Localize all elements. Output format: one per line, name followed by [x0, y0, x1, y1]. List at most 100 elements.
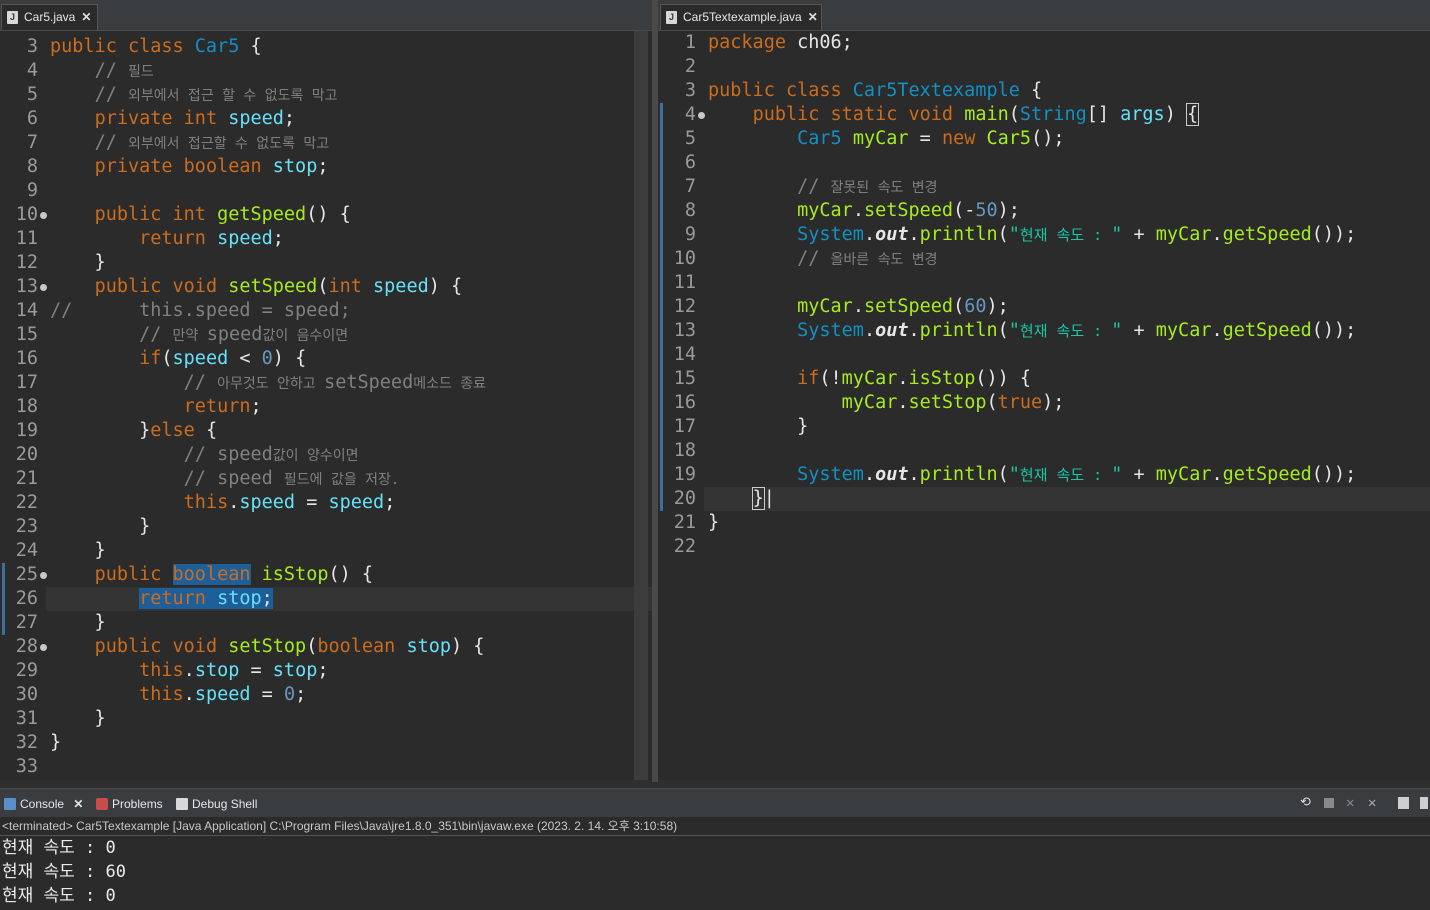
tab-debug-shell[interactable]: Debug Shell	[174, 793, 257, 815]
code-text: public class Car5Textexample {	[708, 80, 1043, 101]
line-number: 10	[15, 204, 38, 225]
fold-toggle-icon[interactable]	[40, 284, 47, 291]
code-line: 7 // 잘못된 속도 변경	[658, 175, 1430, 199]
tab-car5textexample-java[interactable]: Car5Textexample.java ✕	[660, 4, 822, 30]
code-line: 18 return;	[0, 395, 652, 419]
code-line: 9 System.out.println("현재 속도 : " + myCar.…	[658, 223, 1430, 247]
line-number: 18	[15, 396, 38, 417]
pin-icon[interactable]: ⟲	[1300, 796, 1312, 809]
code-line: 23 }	[0, 515, 652, 539]
tab-problems[interactable]: Problems	[94, 793, 163, 815]
code-text: }	[50, 708, 106, 729]
code-line: 7 // 외부에서 접근할 수 없도록 막고	[0, 131, 652, 155]
line-number: 23	[15, 516, 38, 537]
code-line: 22	[658, 535, 1430, 559]
code-text: }	[708, 416, 809, 437]
code-text: // 잘못된 속도 변경	[797, 176, 938, 197]
close-icon[interactable]: ✕	[73, 797, 83, 811]
code-line: 30 this.speed = 0;	[0, 683, 652, 707]
code-line: 15 // 만약 speed값이 음수이면	[0, 323, 652, 347]
line-number: 20	[673, 488, 696, 509]
code-text: private boolean stop;	[94, 156, 329, 177]
debug-shell-icon	[176, 798, 188, 810]
vertical-scrollbar[interactable]	[634, 31, 648, 780]
code-text: private int speed;	[94, 108, 296, 129]
code-line: 5 Car5 myCar = new Car5();	[658, 127, 1430, 151]
code-text: // this.speed = speed;	[50, 300, 351, 321]
code-line: 5 // 외부에서 접근 할 수 없도록 막고	[0, 83, 652, 107]
fold-toggle-icon[interactable]	[40, 572, 47, 579]
line-number: 5	[26, 84, 38, 105]
more-icon[interactable]	[1420, 797, 1428, 809]
tab-car5-java[interactable]: Car5.java ✕	[1, 4, 98, 30]
fold-toggle-icon[interactable]	[698, 112, 705, 119]
line-number: 18	[673, 440, 696, 461]
line-number: 14	[15, 300, 38, 321]
console-status: <terminated> Car5Textexample [Java Appli…	[0, 817, 1430, 836]
code-line: 11 return speed;	[0, 227, 652, 251]
terminate-icon[interactable]	[1324, 798, 1334, 808]
console-icon	[4, 798, 16, 810]
line-number: 4	[684, 104, 696, 125]
code-text: }else {	[50, 420, 218, 441]
code-line: 6	[658, 151, 1430, 175]
remove-launch-icon[interactable]: ✕	[1346, 796, 1358, 810]
java-file-icon	[7, 5, 18, 29]
problems-icon	[96, 798, 108, 810]
code-text: if(!myCar.isStop()) {	[797, 368, 1032, 389]
code-line: 16 if(speed < 0) {	[0, 347, 652, 371]
code-text: System.out.println("현재 속도 : " + myCar.ge…	[797, 224, 1357, 245]
tab-console[interactable]: Console ✕	[2, 793, 83, 815]
line-number: 21	[673, 512, 696, 533]
output-line: 현재 속도 : 0	[2, 838, 116, 858]
code-line: 2	[658, 55, 1430, 79]
code-line: 15 if(!myCar.isStop()) {	[658, 367, 1430, 391]
line-number: 1	[684, 32, 696, 53]
code-line: 17 // 아무것도 안하고 setSpeed메소드 종료	[0, 371, 652, 395]
code-text: // speed값이 양수이면	[183, 444, 359, 465]
code-text: // 만약 speed값이 음수이면	[139, 324, 349, 345]
line-number: 30	[15, 684, 38, 705]
code-text: this.speed = 0;	[139, 684, 307, 705]
code-line: 22 this.speed = speed;	[0, 491, 652, 515]
line-number: 3	[26, 36, 38, 57]
code-line: 13 public void setSpeed(int speed) {	[0, 275, 652, 299]
code-line: 19 }else {	[0, 419, 652, 443]
remove-all-icon[interactable]: ✕	[1368, 796, 1380, 810]
code-line: 14	[658, 343, 1430, 367]
line-number: 6	[684, 152, 696, 173]
close-icon[interactable]: ✕	[81, 10, 91, 24]
line-number: 20	[15, 444, 38, 465]
close-icon[interactable]: ✕	[808, 10, 818, 24]
code-text: System.out.println("현재 속도 : " + myCar.ge…	[797, 320, 1357, 341]
code-line: 27 }	[0, 611, 652, 635]
line-number: 24	[15, 540, 38, 561]
left-editor[interactable]: 3 public class Car5 {4 // 필드 5 // 외부에서 접근 …	[0, 31, 652, 780]
code-text: // 필드	[94, 60, 154, 81]
line-number: 15	[673, 368, 696, 389]
code-line: 8 private boolean stop;	[0, 155, 652, 179]
code-line: 18	[658, 439, 1430, 463]
code-text: }	[50, 540, 106, 561]
line-number: 13	[15, 276, 38, 297]
code-line: 4 // 필드	[0, 59, 652, 83]
code-line: 1 package ch06;	[658, 31, 1430, 55]
code-text: return stop;	[139, 588, 273, 609]
line-number: 11	[15, 228, 38, 249]
fold-toggle-icon[interactable]	[40, 644, 47, 651]
console-output[interactable]: 현재 속도 : 0 현재 속도 : 60 현재 속도 : 0	[0, 836, 1430, 910]
code-line: 21}	[658, 511, 1430, 535]
tab-label: Problems	[112, 797, 163, 811]
code-line: 14 // this.speed = speed;	[0, 299, 652, 323]
line-number: 12	[673, 296, 696, 317]
code-text: public class Car5 {	[50, 36, 262, 57]
fold-toggle-icon[interactable]	[40, 212, 47, 219]
right-editor[interactable]: 1 package ch06; 2 3 public class Car5Textexa…	[658, 31, 1430, 780]
code-text: public int getSpeed() {	[94, 204, 351, 225]
display-console-icon[interactable]	[1398, 797, 1409, 809]
line-number: 13	[673, 320, 696, 341]
code-text: // 올바른 속도 변경	[797, 248, 938, 269]
right-tab-bar: Car5Textexample.java ✕	[658, 0, 1430, 31]
code-text: System.out.println("현재 속도 : " + myCar.ge…	[797, 464, 1357, 485]
line-number: 4	[26, 60, 38, 81]
